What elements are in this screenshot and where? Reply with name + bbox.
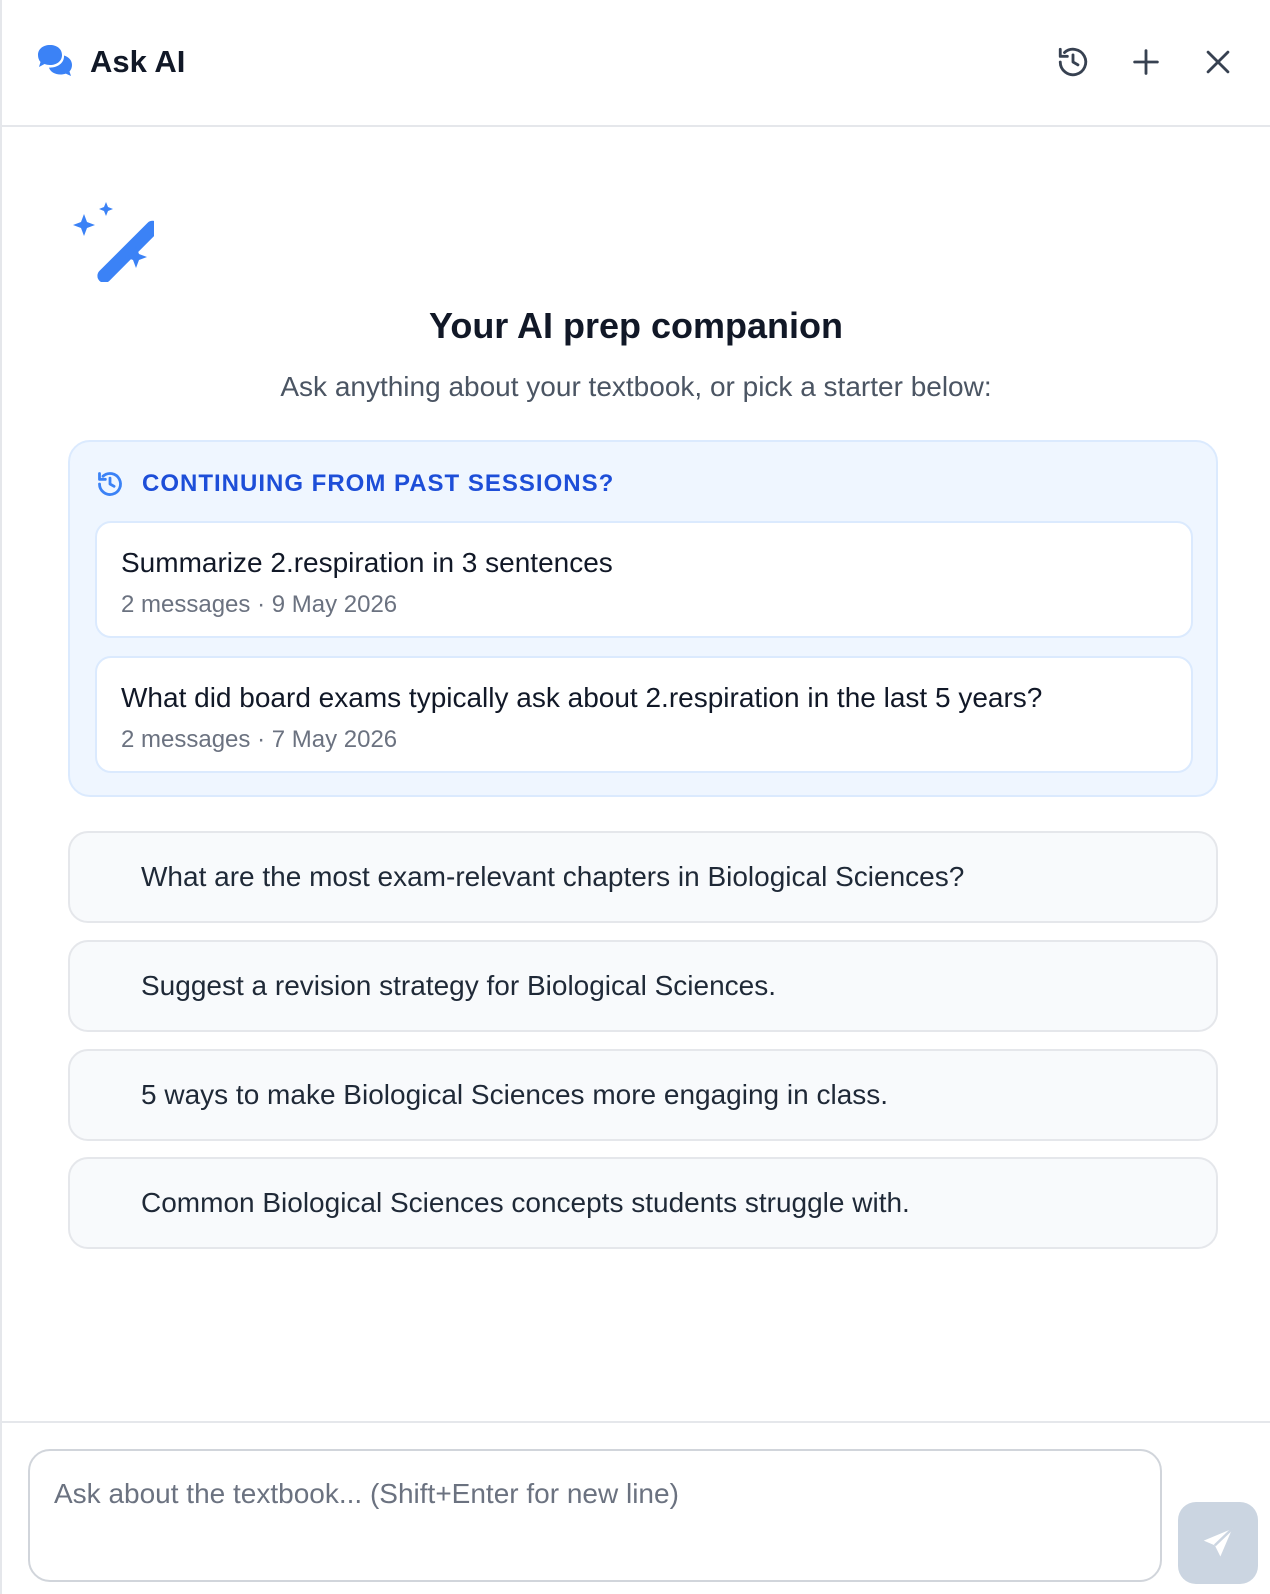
panel-title: Ask AI <box>90 44 186 79</box>
session-meta: 2 messages · 9 May 2026 <box>121 591 398 618</box>
message-input[interactable] <box>28 1449 1162 1582</box>
starter-prompt-button[interactable]: 5 ways to make Biological Sciences more … <box>68 1049 1218 1141</box>
session-meta: 2 messages · 7 May 2026 <box>121 726 398 753</box>
past-sessions-card: CONTINUING FROM PAST SESSIONS? Summarize… <box>68 440 1218 797</box>
past-sessions-heading: CONTINUING FROM PAST SESSIONS? <box>96 466 614 502</box>
close-button[interactable] <box>1198 42 1238 82</box>
starter-prompt-label: What are the most exam-relevant chapters… <box>141 861 965 892</box>
past-session-item[interactable]: What did board exams typically ask about… <box>95 656 1193 773</box>
history-icon <box>1058 47 1088 77</box>
starter-prompt-button[interactable]: Suggest a revision strategy for Biologic… <box>68 940 1218 1032</box>
panel-header: Ask AI <box>2 0 1270 127</box>
past-session-item[interactable]: Summarize 2.respiration in 3 sentences 2… <box>95 521 1193 638</box>
magic-wand-sparkles-icon <box>73 202 154 282</box>
close-icon <box>1206 50 1230 74</box>
chat-bubbles-icon <box>38 45 72 76</box>
ask-ai-panel: Ask AI Your AI prep companion Ask anythi… <box>0 0 1270 1594</box>
hero-title: Your AI prep companion <box>428 305 844 346</box>
message-composer <box>2 1421 1270 1594</box>
starter-prompt-button[interactable]: What are the most exam-relevant chapters… <box>68 831 1218 923</box>
history-button[interactable] <box>1053 42 1093 82</box>
send-button[interactable] <box>1178 1502 1258 1584</box>
starter-prompt-label: Suggest a revision strategy for Biologic… <box>141 970 776 1001</box>
session-title: What did board exams typically ask about… <box>121 682 1043 713</box>
hero-subtitle: Ask anything about your textbook, or pic… <box>280 371 992 402</box>
plus-icon <box>1133 49 1159 75</box>
starter-prompt-label: Common Biological Sciences concepts stud… <box>141 1187 910 1218</box>
session-title: Summarize 2.respiration in 3 sentences <box>121 547 613 578</box>
starter-prompt-label: 5 ways to make Biological Sciences more … <box>141 1079 889 1110</box>
new-chat-button[interactable] <box>1126 42 1166 82</box>
history-icon <box>98 472 122 496</box>
send-icon <box>1203 1527 1234 1557</box>
past-sessions-label: CONTINUING FROM PAST SESSIONS? <box>142 470 615 497</box>
starter-prompt-button[interactable]: Common Biological Sciences concepts stud… <box>68 1157 1218 1249</box>
